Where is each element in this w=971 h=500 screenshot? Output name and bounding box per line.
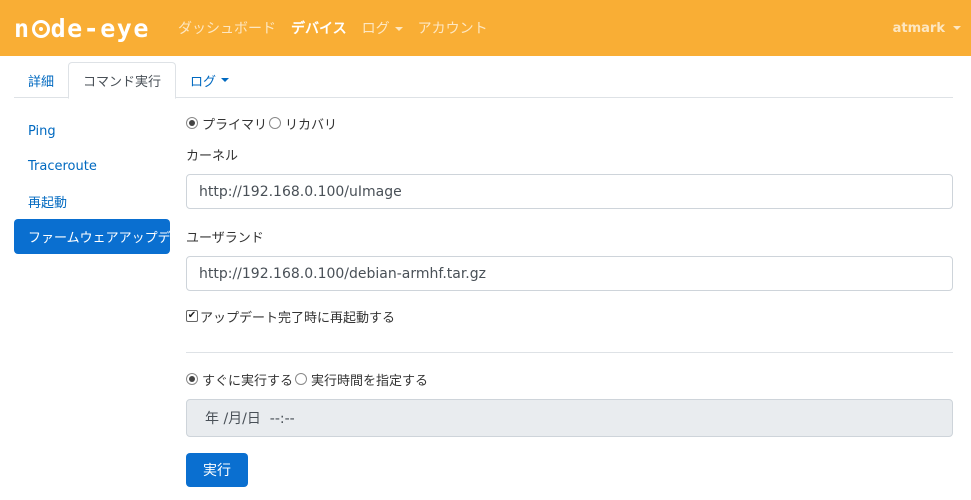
run-button[interactable]: 実行 [186,453,248,487]
sidebar-item-reboot[interactable]: 再起動 [14,184,170,219]
radio-primary[interactable] [186,117,198,129]
sidebar-item-ping[interactable]: Ping [14,114,170,149]
reboot-checkbox-row: ✔ アップデート完了時に再起動する [186,306,953,326]
device-tabs: 詳細 コマンド実行 ログ [14,62,953,99]
top-navbar: n de-eye ダッシュボード デバイス ログ アカウント atmark [0,0,971,56]
kernel-url-input[interactable] [186,174,953,209]
tab-details[interactable]: 詳細 [14,62,68,98]
tab-logs[interactable]: ログ [176,62,243,98]
reboot-checkbox-label[interactable]: アップデート完了時に再起動する [200,307,395,326]
nav-dashboard[interactable]: ダッシュボード [178,18,276,38]
sidebar-item-traceroute[interactable]: Traceroute [14,149,170,184]
kernel-label: カーネル [186,148,239,164]
nav-devices[interactable]: デバイス [291,18,347,38]
user-name: atmark [892,20,945,36]
eye-icon [31,20,50,38]
brand-prefix: n [14,13,31,43]
reboot-checkbox[interactable]: ✔ [186,310,198,322]
tab-logs-label: ログ [190,74,217,90]
brand-logo[interactable]: n de-eye [14,12,150,44]
nav-logs-label: ログ [361,21,390,37]
radio-run-now[interactable] [186,373,198,385]
nav-links: ダッシュボード デバイス ログ アカウント [178,0,503,56]
radio-primary-label[interactable]: プライマリ [202,114,267,133]
datetime-input[interactable]: 年 /月/日 --:-- [186,399,953,437]
user-menu[interactable]: atmark [893,0,961,56]
radio-run-now-label[interactable]: すぐに実行する [202,370,293,389]
radio-recovery-label[interactable]: リカバリ [285,114,337,133]
schedule-radio-group: すぐに実行する 実行時間を指定する [186,368,953,390]
command-sidebar: Ping Traceroute 再起動 ファームウェアアップデート [14,114,197,254]
userland-label: ユーザランド [186,230,264,246]
sidebar-item-firmware-update[interactable]: ファームウェアアップデート [14,219,197,254]
nav-account[interactable]: アカウント [418,18,488,38]
radio-schedule[interactable] [295,373,308,385]
userland-url-input[interactable] [186,256,953,291]
nav-logs[interactable]: ログ [362,18,403,38]
chevron-down-icon [394,27,403,31]
brand-suffix: de-eye [50,13,150,43]
chevron-down-icon [953,26,961,30]
radio-recovery[interactable] [269,117,282,129]
tab-command[interactable]: コマンド実行 [68,62,177,99]
chevron-down-icon [221,78,230,82]
firmware-update-form: プライマリ リカバリ カーネル ユーザランド ✔ アップデート完了時に再起動する… [186,112,953,487]
target-radio-group: プライマリ リカバリ [186,112,953,134]
form-divider [186,352,953,353]
radio-schedule-label[interactable]: 実行時間を指定する [311,370,428,389]
